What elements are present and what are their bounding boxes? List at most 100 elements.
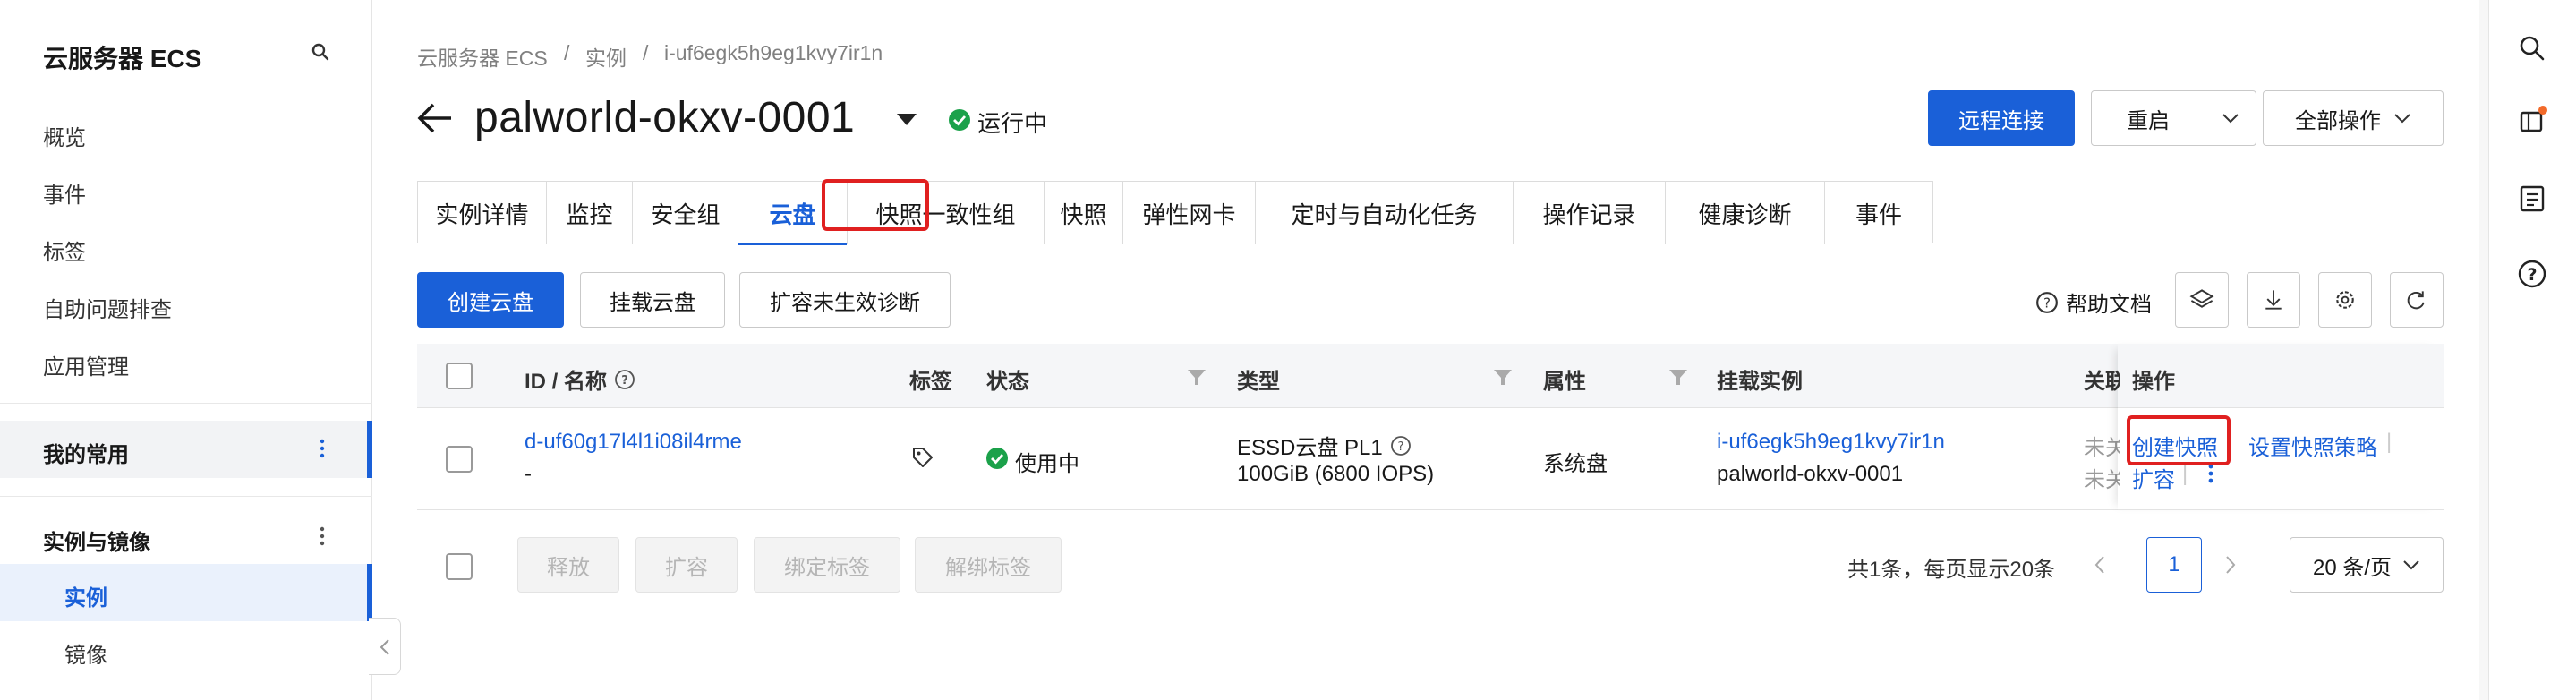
tab-monitoring[interactable]: 监控 bbox=[547, 182, 633, 244]
sidebar-active-bg bbox=[0, 564, 372, 621]
page-size-select[interactable]: 20 条/页 bbox=[2290, 537, 2444, 593]
unbind-tag-button[interactable]: 解绑标签 bbox=[915, 537, 1062, 593]
select-all-checkbox[interactable] bbox=[446, 363, 473, 389]
sidebar-item-tags[interactable]: 标签 bbox=[43, 235, 86, 266]
sidebar-item-images[interactable]: 镜像 bbox=[64, 637, 107, 669]
bind-tag-button[interactable]: 绑定标签 bbox=[754, 537, 900, 593]
sidebar-item-app-management[interactable]: 应用管理 bbox=[43, 349, 129, 380]
tab-events[interactable]: 事件 bbox=[1825, 182, 1932, 244]
tab-instance-details[interactable]: 实例详情 bbox=[418, 182, 547, 244]
chevron-down-icon bbox=[2222, 114, 2239, 124]
page-size-label: 20 条/页 bbox=[2312, 555, 2393, 580]
help-icon[interactable]: ? bbox=[2516, 258, 2548, 290]
breadcrumb-separator: / bbox=[564, 41, 570, 64]
tab-snapshot[interactable]: 快照 bbox=[1045, 182, 1123, 244]
sidebar-item-overview[interactable]: 概览 bbox=[43, 120, 86, 151]
breadcrumb-separator: / bbox=[643, 41, 649, 64]
gear-icon bbox=[2336, 291, 2354, 309]
release-button[interactable]: 释放 bbox=[517, 537, 619, 593]
breadcrumb-ecs[interactable]: 云服务器 ECS bbox=[417, 41, 548, 72]
sidebar-active-indicator bbox=[367, 564, 372, 621]
sidebar-item-troubleshoot[interactable]: 自助问题排查 bbox=[43, 292, 172, 323]
right-toolbar: ? bbox=[2488, 0, 2576, 700]
chevron-left-icon[interactable] bbox=[2091, 553, 2109, 576]
page-title: palworld-okxv-0001 bbox=[474, 94, 856, 141]
create-disk-button[interactable]: 创建云盘 bbox=[417, 272, 564, 328]
sidebar-group-instances-images[interactable]: 实例与镜像 bbox=[0, 508, 372, 566]
tab-health-diagnosis[interactable]: 健康诊断 bbox=[1666, 182, 1825, 244]
highlight-box bbox=[2127, 415, 2231, 465]
disk-capacity: 100GiB (6800 IOPS) bbox=[1237, 462, 1435, 486]
breadcrumb-instances[interactable]: 实例 bbox=[585, 41, 627, 72]
instance-status: 运行中 bbox=[977, 110, 1048, 137]
restart-dropdown-button[interactable] bbox=[2205, 90, 2256, 146]
attached-instance-name: palworld-okxv-0001 bbox=[1717, 462, 1904, 486]
checklist-icon[interactable] bbox=[2516, 183, 2548, 215]
back-arrow-icon[interactable] bbox=[415, 100, 455, 136]
tab-eni[interactable]: 弹性网卡 bbox=[1123, 182, 1256, 244]
column-header-related: 关联 bbox=[2084, 370, 2120, 394]
sidebar-group-favorites-label: 我的常用 bbox=[43, 443, 129, 467]
refresh-button[interactable] bbox=[2390, 272, 2444, 328]
batch-expand-button[interactable]: 扩容 bbox=[635, 537, 738, 593]
remote-connect-button[interactable]: 远程连接 bbox=[1928, 90, 2075, 146]
attached-instance-link[interactable]: i-uf6egk5h9eg1kvy7ir1n bbox=[1717, 430, 1945, 455]
disk-type-label: ESSD云盘 PL1 bbox=[1237, 436, 1383, 460]
layers-icon bbox=[2189, 289, 2214, 308]
sidebar-collapse-handle[interactable] bbox=[369, 618, 401, 675]
help-doc-link[interactable]: ? 帮助文档 bbox=[2035, 286, 2152, 318]
layers-button[interactable] bbox=[2175, 272, 2229, 328]
status-in-use-icon bbox=[986, 448, 1008, 469]
search-icon[interactable] bbox=[2516, 32, 2548, 64]
svg-text:?: ? bbox=[2043, 295, 2051, 311]
chevron-left-icon bbox=[380, 639, 389, 655]
column-header-status: 状态 bbox=[986, 370, 1029, 394]
sidebar: 云服务器 ECS 概览 事件 标签 自助问题排查 应用管理 我的常用 实例与镜像… bbox=[0, 0, 372, 700]
download-button[interactable] bbox=[2247, 272, 2300, 328]
sidebar-item-events[interactable]: 事件 bbox=[43, 177, 86, 209]
column-header-tag: 标签 bbox=[909, 370, 952, 394]
all-operations-button[interactable]: 全部操作 bbox=[2263, 90, 2444, 146]
chevron-down-icon bbox=[2403, 560, 2419, 570]
chevron-down-icon bbox=[2394, 114, 2410, 124]
filter-icon[interactable] bbox=[1668, 369, 1688, 387]
attach-disk-button[interactable]: 挂载云盘 bbox=[580, 272, 725, 328]
question-circle-icon[interactable]: ? bbox=[1390, 435, 1412, 457]
related-status: 未关 bbox=[2084, 468, 2120, 492]
all-operations-label: 全部操作 bbox=[2295, 108, 2381, 133]
question-circle-icon[interactable]: ? bbox=[614, 369, 635, 390]
disk-id-link[interactable]: d-uf60g17l4l1i08il4rme bbox=[525, 430, 742, 455]
pagination-total: 共1条，每页显示20条 bbox=[1847, 558, 2056, 582]
filter-icon[interactable] bbox=[1493, 369, 1513, 387]
chevron-right-icon[interactable] bbox=[2222, 553, 2239, 576]
disk-attribute: 系统盘 bbox=[1543, 452, 1608, 476]
tab-scheduled-tasks[interactable]: 定时与自动化任务 bbox=[1256, 182, 1514, 244]
row-checkbox[interactable] bbox=[446, 446, 473, 473]
svg-text:?: ? bbox=[2527, 265, 2537, 285]
column-header-id-label: ID / 名称 bbox=[525, 370, 608, 394]
svg-text:?: ? bbox=[621, 374, 628, 388]
column-header-id: ID / 名称 ? bbox=[525, 363, 635, 395]
tab-security-group[interactable]: 安全组 bbox=[633, 182, 738, 244]
book-icon[interactable] bbox=[2516, 106, 2548, 138]
scrollbar-track[interactable] bbox=[2479, 0, 2488, 700]
more-vertical-icon[interactable] bbox=[315, 523, 329, 550]
settings-button[interactable] bbox=[2318, 272, 2372, 328]
filter-icon[interactable] bbox=[1187, 369, 1207, 387]
refresh-icon bbox=[2407, 291, 2425, 310]
expand-diagnosis-button[interactable]: 扩容未生效诊断 bbox=[739, 272, 951, 328]
sidebar-group-label: 实例与镜像 bbox=[43, 531, 150, 555]
search-icon[interactable] bbox=[310, 41, 331, 63]
page-1-button[interactable]: 1 bbox=[2146, 537, 2202, 593]
more-vertical-icon[interactable] bbox=[315, 435, 329, 462]
sidebar-item-instances[interactable]: 实例 bbox=[64, 580, 107, 611]
tab-operation-log[interactable]: 操作记录 bbox=[1514, 182, 1666, 244]
tag-icon[interactable] bbox=[911, 446, 934, 469]
sidebar-divider bbox=[0, 496, 372, 497]
footer-select-all-checkbox[interactable] bbox=[446, 553, 473, 580]
disk-type: ESSD云盘 PL1 ? bbox=[1237, 430, 1412, 461]
svg-text:?: ? bbox=[1397, 440, 1403, 454]
sidebar-group-favorites[interactable]: 我的常用 bbox=[0, 421, 372, 478]
caret-down-icon[interactable] bbox=[895, 111, 918, 127]
restart-button[interactable]: 重启 bbox=[2091, 90, 2205, 146]
